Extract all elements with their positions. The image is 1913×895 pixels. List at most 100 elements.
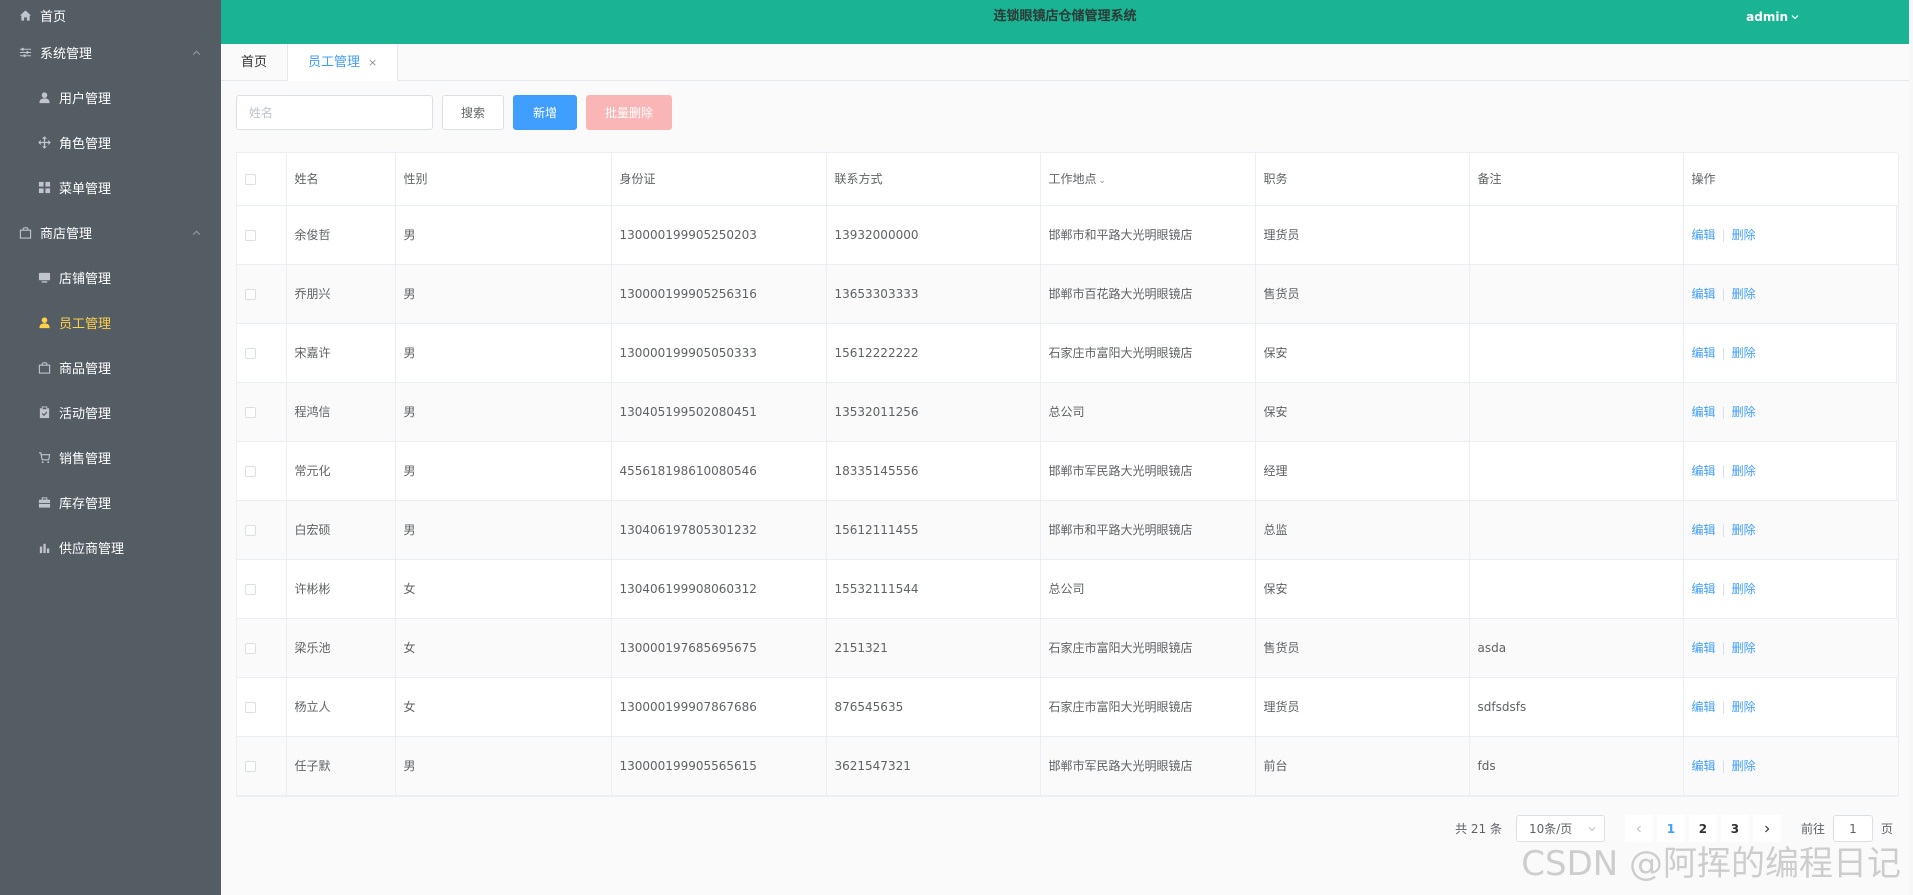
add-button[interactable]: 新增 bbox=[513, 95, 578, 130]
row-checkbox[interactable] bbox=[245, 288, 256, 300]
row-checkbox[interactable] bbox=[245, 701, 256, 713]
edit-link[interactable]: 编辑 bbox=[1692, 346, 1716, 360]
row-checkbox[interactable] bbox=[245, 229, 256, 241]
sort-caret-icon[interactable]: ⌄ bbox=[1099, 176, 1107, 186]
cell-phone: 18335145556 bbox=[826, 441, 1041, 501]
user-icon bbox=[37, 91, 51, 105]
edit-link[interactable]: 编辑 bbox=[1692, 700, 1716, 714]
sidebar-item-label: 库存管理 bbox=[59, 497, 112, 512]
sidebar-item-link[interactable]: 库存管理 bbox=[0, 480, 221, 525]
delete-link[interactable]: 删除 bbox=[1732, 759, 1756, 773]
delete-link[interactable]: 删除 bbox=[1732, 287, 1756, 301]
sidebar-item-label: 商店管理 bbox=[40, 227, 93, 242]
row-actions-cell: 编辑 | 删除 bbox=[1683, 323, 1899, 383]
cell-name: 许彬彬 bbox=[286, 559, 396, 619]
sidebar-item-group[interactable]: 商店管理 bbox=[0, 210, 221, 255]
cell-note bbox=[1469, 441, 1684, 501]
goto-suffix: 页 bbox=[1880, 822, 1893, 836]
close-icon[interactable]: × bbox=[368, 44, 377, 81]
delete-link[interactable]: 删除 bbox=[1732, 700, 1756, 714]
edit-link[interactable]: 编辑 bbox=[1692, 228, 1716, 242]
column-header-label: 工作地点 bbox=[1048, 172, 1097, 187]
table-row: 余俊哲男 130000199905250203 13932000000 邯郸市和平路大… bbox=[237, 205, 1899, 265]
sidebar-item-link[interactable]: 首页 bbox=[0, 0, 221, 30]
cell-name: 宋嘉许 bbox=[286, 323, 396, 383]
row-actions-cell: 编辑 | 删除 bbox=[1683, 441, 1899, 501]
sidebar-item-link[interactable]: 供应商管理 bbox=[0, 525, 221, 570]
cell-name: 梁乐池 bbox=[286, 618, 396, 678]
row-checkbox[interactable] bbox=[245, 583, 256, 595]
sidebar-item-link[interactable]: 商品管理 bbox=[0, 345, 221, 390]
watermark: CSDN @阿挥的编程日记 bbox=[1521, 844, 1901, 884]
delete-link[interactable]: 删除 bbox=[1732, 346, 1756, 360]
cell-gender: 女 bbox=[395, 618, 612, 678]
bag-icon bbox=[18, 226, 32, 240]
delete-link[interactable]: 删除 bbox=[1732, 582, 1756, 596]
row-checkbox[interactable] bbox=[245, 465, 256, 477]
cell-name: 常元化 bbox=[286, 441, 396, 501]
sidebar-item-link[interactable]: 角色管理 bbox=[0, 120, 221, 165]
row-actions-cell: 编辑 | 删除 bbox=[1683, 736, 1899, 796]
table-row: 任子默男 130000199905565615 3621547321 邯郸市军民路大光… bbox=[237, 736, 1899, 796]
user-name: admin bbox=[1746, 10, 1788, 24]
name-search-input[interactable] bbox=[236, 95, 433, 130]
delete-link[interactable]: 删除 bbox=[1732, 228, 1756, 242]
sidebar-item-link[interactable]: 菜单管理 bbox=[0, 165, 221, 210]
cell-location: 邯郸市军民路大光明眼镜店 bbox=[1040, 441, 1256, 501]
edit-link[interactable]: 编辑 bbox=[1692, 287, 1716, 301]
column-header-name: 姓名 bbox=[286, 153, 396, 206]
row-checkbox[interactable] bbox=[245, 406, 256, 418]
cell-position: 保安 bbox=[1255, 382, 1470, 442]
select-all-checkbox[interactable] bbox=[245, 173, 256, 185]
search-button[interactable]: 搜索 bbox=[442, 95, 505, 130]
row-checkbox[interactable] bbox=[245, 524, 256, 536]
sidebar-item-label: 员工管理 bbox=[59, 317, 112, 332]
cell-id-card: 130000199905256316 bbox=[611, 264, 827, 324]
sidebar-item-link[interactable]: 活动管理 bbox=[0, 390, 221, 435]
row-select-cell bbox=[237, 618, 287, 678]
cell-gender: 女 bbox=[395, 677, 612, 737]
delete-link[interactable]: 删除 bbox=[1732, 523, 1756, 537]
table-body: 余俊哲男 130000199905250203 13932000000 邯郸市和平路大… bbox=[237, 205, 1899, 796]
sidebar-item-link[interactable]: 员工管理 bbox=[0, 300, 221, 345]
tab-label: 员工管理 bbox=[308, 54, 361, 70]
cell-note bbox=[1469, 559, 1684, 619]
goto-prefix: 前往 bbox=[1800, 822, 1825, 836]
action-separator: | bbox=[1721, 228, 1726, 242]
tab-employee-management[interactable]: 员工管理 × bbox=[288, 44, 399, 81]
sidebar-item-link[interactable]: 店铺管理 bbox=[0, 255, 221, 300]
edit-link[interactable]: 编辑 bbox=[1692, 405, 1716, 419]
sidebar-item-link[interactable]: 销售管理 bbox=[0, 435, 221, 480]
main-content: 首页 员工管理 × 搜索 新增 批量删除 姓名 性别 身份证 联系方式 工 bbox=[221, 44, 1909, 895]
delete-link[interactable]: 删除 bbox=[1732, 641, 1756, 655]
cell-gender: 男 bbox=[395, 323, 612, 383]
edit-link[interactable]: 编辑 bbox=[1692, 759, 1716, 773]
cell-location: 总公司 bbox=[1040, 382, 1256, 442]
row-checkbox[interactable] bbox=[245, 760, 256, 772]
cell-id-card: 130406197805301232 bbox=[611, 500, 827, 560]
batch-delete-button[interactable]: 批量删除 bbox=[586, 95, 673, 130]
sidebar-item-link[interactable]: 用户管理 bbox=[0, 75, 221, 120]
edit-link[interactable]: 编辑 bbox=[1692, 464, 1716, 478]
delete-link[interactable]: 删除 bbox=[1732, 405, 1756, 419]
sidebar-item-group[interactable]: 系统管理 bbox=[0, 30, 221, 75]
column-header-location[interactable]: 工作地点 ⌄ bbox=[1040, 153, 1256, 206]
cell-location: 邯郸市百花路大光明眼镜店 bbox=[1040, 264, 1256, 324]
column-header-gender: 性别 bbox=[395, 153, 612, 206]
user-menu[interactable]: admin bbox=[1746, 0, 1799, 34]
edit-link[interactable]: 编辑 bbox=[1692, 641, 1716, 655]
chart-icon bbox=[37, 541, 51, 555]
row-checkbox[interactable] bbox=[245, 642, 256, 654]
row-actions-cell: 编辑 | 删除 bbox=[1683, 205, 1899, 265]
sidebar-item-label: 系统管理 bbox=[40, 47, 93, 62]
home-icon bbox=[18, 8, 32, 22]
cell-id-card: 130000199907867686 bbox=[611, 677, 827, 737]
edit-link[interactable]: 编辑 bbox=[1692, 582, 1716, 596]
row-actions-cell: 编辑 | 删除 bbox=[1683, 264, 1899, 324]
grid-icon bbox=[37, 181, 51, 195]
tab-home[interactable]: 首页 bbox=[221, 44, 289, 81]
delete-link[interactable]: 删除 bbox=[1732, 464, 1756, 478]
row-checkbox[interactable] bbox=[245, 347, 256, 359]
row-actions-cell: 编辑 | 删除 bbox=[1683, 559, 1899, 619]
edit-link[interactable]: 编辑 bbox=[1692, 523, 1716, 537]
